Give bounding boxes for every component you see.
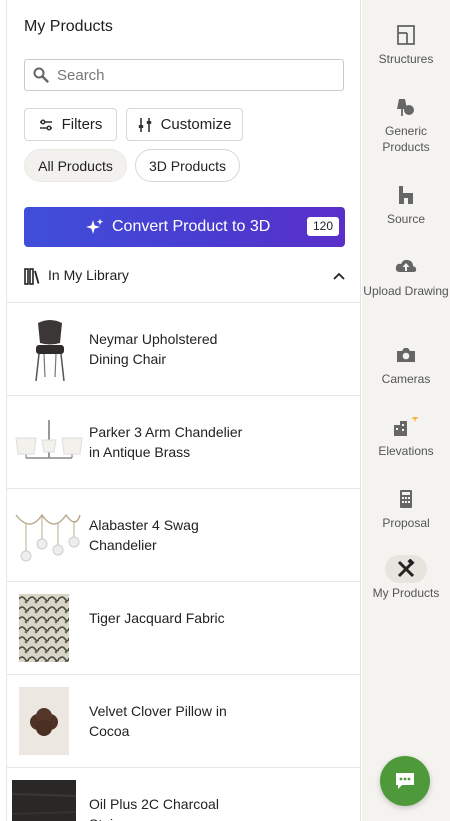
customize-icon <box>138 117 151 132</box>
my-products-icon <box>397 559 415 578</box>
list-item[interactable]: Oil Plus 2C Charcoal Stain <box>7 768 360 821</box>
rail-label: Upload Drawing <box>363 284 449 298</box>
rail-item-upload-drawing[interactable]: Upload Drawing <box>362 257 450 299</box>
list-item[interactable]: Alabaster 4 Swag Chandelier <box>7 489 360 582</box>
customize-label: Customize <box>160 116 232 133</box>
product-list: Neymar Upholstered Dining Chair Parker 3… <box>7 303 360 821</box>
filters-button[interactable]: Filters <box>24 108 117 141</box>
source-icon <box>399 186 413 204</box>
filters-label: Filters <box>61 116 103 133</box>
library-section-header[interactable]: In My Library <box>7 257 360 303</box>
product-name: Parker 3 Arm Chandelier in Antique Brass <box>89 424 243 460</box>
library-icon <box>24 268 40 285</box>
chat-icon <box>396 773 414 789</box>
customize-button[interactable]: Customize <box>126 108 243 141</box>
library-label: In My Library <box>48 267 129 283</box>
elevations-icon <box>394 417 419 436</box>
search-icon <box>33 67 49 83</box>
fabric-thumbnail <box>19 594 69 662</box>
credits-badge: 120 <box>306 217 339 236</box>
list-item[interactable]: Neymar Upholstered Dining Chair <box>7 303 360 396</box>
rail-item-proposal[interactable]: Proposal <box>362 489 450 531</box>
product-name: Alabaster 4 Swag Chandelier <box>89 517 199 553</box>
rail-label: Cameras <box>381 372 431 386</box>
swag-chandelier-thumbnail <box>15 513 81 562</box>
chair-thumbnail <box>35 320 65 382</box>
generic-products-icon <box>397 99 414 116</box>
rail-item-my-products[interactable]: My Products <box>362 555 450 601</box>
product-name: Tiger Jacquard Fabric <box>89 610 225 626</box>
rail-label: Proposal <box>382 516 430 530</box>
chat-button[interactable] <box>380 756 430 806</box>
rail-label: Generic Products <box>382 124 430 154</box>
convert-label: Convert Product to 3D <box>112 218 271 235</box>
chandelier-thumbnail <box>15 420 83 459</box>
product-name: Oil Plus 2C Charcoal Stain <box>89 796 219 821</box>
tab-3d-products[interactable]: 3D Products <box>135 149 240 182</box>
rail-item-cameras[interactable]: Cameras <box>362 345 450 387</box>
camera-icon <box>397 348 415 362</box>
sliders-icon <box>39 118 52 131</box>
rail-label: Elevations <box>378 444 434 458</box>
product-name: Velvet Clover Pillow in Cocoa <box>89 703 227 739</box>
upload-drawing-icon <box>395 259 417 272</box>
product-name: Neymar Upholstered Dining Chair <box>89 331 218 367</box>
stain-thumbnail <box>12 780 76 821</box>
sparkle-icon <box>86 218 104 234</box>
canvas-edge <box>0 0 7 821</box>
tab-all-products-label: All Products <box>38 157 113 174</box>
active-indicator <box>385 555 427 583</box>
right-tool-rail: Structures Generic Products Source Uploa… <box>362 0 450 821</box>
tab-3d-products-label: 3D Products <box>148 157 227 174</box>
my-products-panel: My Products Filters Customize All Produc… <box>7 0 361 821</box>
rail-label: Source <box>386 212 426 226</box>
list-item[interactable]: Velvet Clover Pillow in Cocoa <box>7 675 360 768</box>
rail-item-structures[interactable]: Structures <box>362 25 450 67</box>
rail-label: My Products <box>372 586 440 600</box>
list-item[interactable]: Tiger Jacquard Fabric <box>7 582 360 675</box>
chevron-up-icon[interactable] <box>332 271 346 281</box>
search-input[interactable] <box>57 66 317 84</box>
tab-all-products[interactable]: All Products <box>24 149 127 182</box>
pillow-thumbnail <box>19 687 69 755</box>
structures-icon <box>397 25 415 45</box>
rail-item-generic-products[interactable]: Generic Products <box>362 97 450 155</box>
search-field[interactable] <box>24 59 344 91</box>
list-item[interactable]: Parker 3 Arm Chandelier in Antique Brass <box>7 396 360 489</box>
rail-item-elevations[interactable]: Elevations <box>362 417 450 459</box>
rail-label: Structures <box>378 52 434 66</box>
convert-to-3d-button[interactable]: Convert Product to 3D 120 <box>24 207 345 247</box>
proposal-icon <box>400 490 412 508</box>
rail-item-source[interactable]: Source <box>362 185 450 227</box>
panel-title: My Products <box>24 18 113 35</box>
